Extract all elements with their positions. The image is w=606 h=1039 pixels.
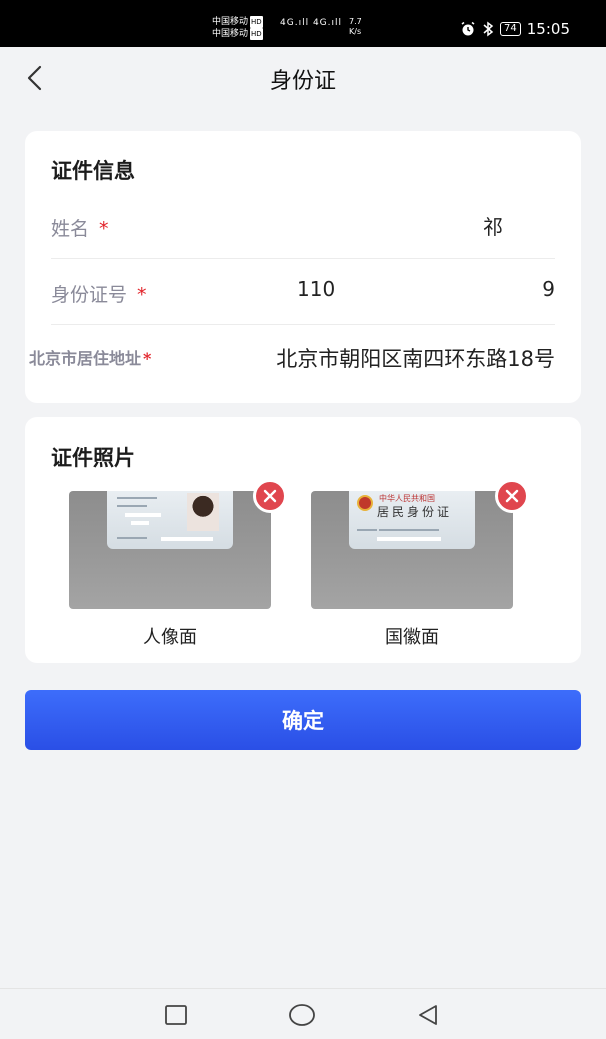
back-icon [419, 1005, 437, 1025]
recent-apps-button[interactable] [162, 1001, 190, 1029]
name-field[interactable]: 祁 [483, 211, 503, 240]
home-button[interactable] [288, 1001, 316, 1029]
status-bar: 中国移动 HD 中国移动 HD 4G.ıll 4G.ıll 7.7 K/s 74 1… [0, 0, 606, 47]
close-icon [505, 489, 519, 503]
signal-bars-icon: .ıll [294, 18, 310, 28]
id-number-field-end[interactable]: 9 [542, 277, 555, 301]
required-mark: * [143, 349, 152, 368]
address-label: 北京市居住地址 * [29, 349, 152, 368]
battery-icon: 74 [500, 22, 521, 36]
network-1: 4G [280, 18, 295, 28]
id-back-photo[interactable]: 中华人民共和国 居民身份证 [311, 491, 513, 609]
national-emblem-icon [357, 495, 373, 511]
confirm-button[interactable]: 确定 [25, 690, 581, 750]
clock: 15:05 [526, 20, 570, 38]
system-nav-bar [0, 988, 606, 1039]
network-2: 4G [312, 18, 328, 28]
system-back-button[interactable] [414, 1001, 442, 1029]
required-mark: * [137, 284, 147, 306]
close-icon [263, 489, 277, 503]
carrier-2: 中国移动 [212, 29, 249, 39]
card-title-text: 居民身份证 [377, 505, 453, 519]
id-front-photo[interactable] [69, 491, 271, 609]
carrier-info: 中国移动 HD 中国移动 HD [212, 16, 263, 40]
remove-front-photo-button[interactable] [253, 479, 287, 513]
bluetooth-icon [483, 21, 494, 37]
photo-caption-front: 人像面 [143, 627, 197, 648]
page-header: 身份证 [0, 47, 606, 109]
card-title: 证件信息 [51, 159, 135, 183]
address-field[interactable]: 北京市朝阳区南四环东路18号 [276, 343, 555, 373]
page-title: 身份证 [269, 69, 336, 94]
speed-value: 7.7 [349, 17, 362, 26]
required-mark: * [99, 218, 109, 240]
name-row[interactable]: 姓名 * 祁 [51, 193, 555, 259]
hd-badge: HD [250, 28, 263, 40]
id-info-card: 证件信息 姓名 * 祁 身份证号 * 110 9 北京市居住地址 * 北京市朝阳区南四… [25, 131, 581, 403]
network-speed: 7.7 K/s [349, 17, 362, 37]
portrait-image [187, 493, 219, 531]
id-number-row[interactable]: 身份证号 * 110 9 [51, 259, 555, 325]
signal-indicators: 4G.ıll 4G.ıll [280, 18, 342, 28]
home-icon [289, 1004, 315, 1026]
id-number-field-start[interactable]: 110 [297, 277, 335, 301]
name-label: 姓名 * [51, 218, 109, 240]
carrier-1: 中国移动 [212, 17, 249, 27]
hd-badge: HD [250, 16, 263, 28]
card-title: 证件照片 [51, 446, 135, 470]
id-card-back-image: 中华人民共和国 居民身份证 [349, 491, 475, 549]
status-right: 74 15:05 [460, 20, 570, 38]
photo-slot-back[interactable]: 中华人民共和国 居民身份证 国徽面 [311, 479, 529, 649]
id-card-front-image [107, 491, 233, 549]
photo-caption-back: 国徽面 [385, 627, 439, 648]
recent-apps-icon [165, 1005, 187, 1025]
remove-back-photo-button[interactable] [495, 479, 529, 513]
alarm-icon [461, 21, 475, 36]
speed-unit: K/s [349, 27, 362, 36]
address-row[interactable]: 北京市居住地址 * 北京市朝阳区南四环东路18号 [29, 325, 555, 391]
id-number-label: 身份证号 * [51, 284, 147, 306]
photo-slot-front[interactable]: 人像面 [69, 479, 287, 649]
id-photo-card: 证件照片 人像面 中华人民共和国 居民身份证 国徽面 [25, 417, 581, 663]
signal-bars-icon: .ıll [327, 18, 343, 28]
